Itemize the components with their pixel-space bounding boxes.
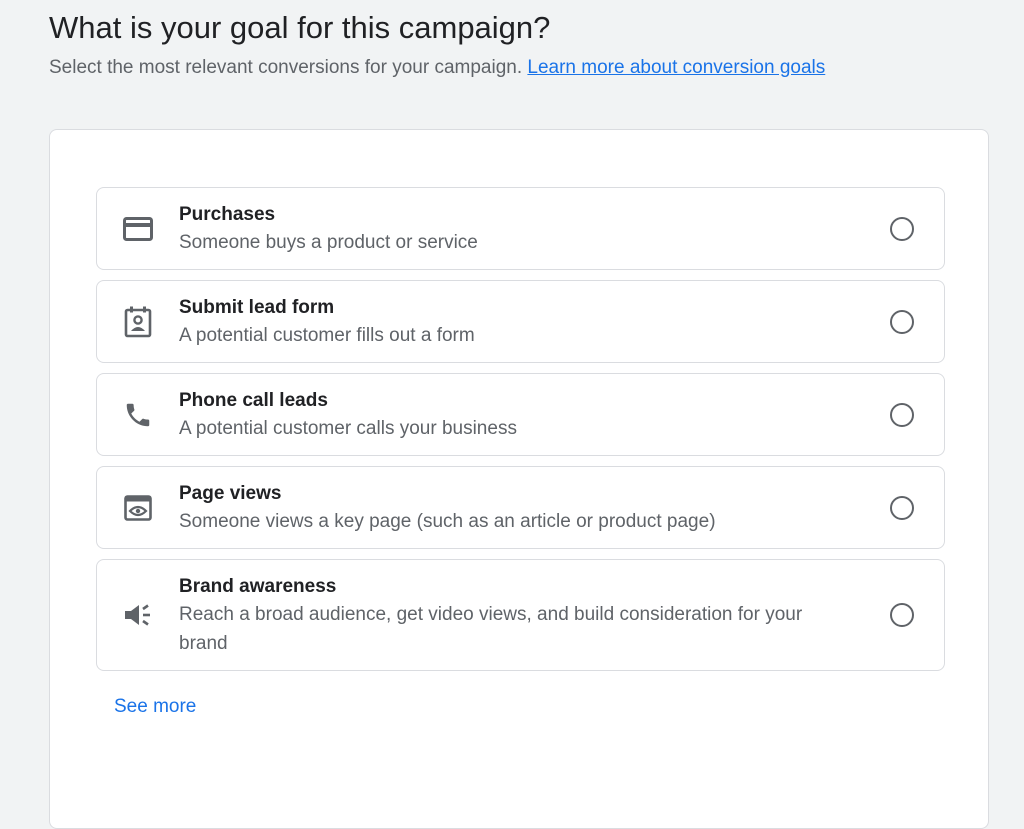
goal-option-title: Brand awareness [179, 575, 337, 597]
contact-form-icon [97, 293, 179, 350]
goal-option-title: Page views [179, 482, 282, 504]
goal-option-title: Phone call leads [179, 389, 328, 411]
credit-card-icon [97, 200, 179, 257]
see-more-link[interactable]: See more [114, 695, 196, 719]
goal-radio-purchases[interactable] [862, 216, 944, 241]
goal-option-purchases[interactable]: Purchases Someone buys a product or serv… [96, 187, 945, 270]
megaphone-icon [97, 572, 179, 658]
goal-option-description: A potential customer calls your business [179, 417, 517, 439]
goal-options-list: Purchases Someone buys a product or serv… [96, 187, 945, 681]
goal-option-description: Someone buys a product or service [179, 231, 478, 253]
goal-option-text: Submit lead form A potential customer fi… [179, 294, 862, 350]
goal-option-title: Submit lead form [179, 296, 335, 318]
page-header: What is your goal for this campaign? Sel… [49, 8, 1009, 81]
goal-option-brand-awareness[interactable]: Brand awareness Reach a broad audience, … [96, 559, 945, 671]
goal-radio-page-views[interactable] [862, 495, 944, 520]
goal-option-title: Purchases [179, 203, 276, 225]
subtitle-text: Select the most relevant conversions for… [49, 57, 523, 78]
goal-option-description: Someone views a key page (such as an art… [179, 510, 716, 532]
goal-option-description: A potential customer fills out a form [179, 324, 475, 346]
goal-card: Purchases Someone buys a product or serv… [49, 129, 989, 829]
goal-option-description: Reach a broad audience, get video views,… [179, 603, 803, 654]
goal-option-text: Phone call leads A potential customer ca… [179, 387, 862, 443]
phone-icon [97, 386, 179, 443]
goal-option-text: Brand awareness Reach a broad audience, … [179, 573, 862, 658]
goal-option-page-views[interactable]: Page views Someone views a key page (suc… [96, 466, 945, 549]
page-subtitle: Select the most relevant conversions for… [49, 55, 1009, 81]
page-title: What is your goal for this campaign? [49, 10, 551, 45]
goal-option-phone-call-leads[interactable]: Phone call leads A potential customer ca… [96, 373, 945, 456]
goal-radio-submit-lead-form[interactable] [862, 309, 944, 334]
goal-radio-phone-call-leads[interactable] [862, 402, 944, 427]
learn-more-link[interactable]: Learn more about conversion goals [527, 57, 825, 78]
goal-option-text: Purchases Someone buys a product or serv… [179, 201, 862, 257]
page-view-icon [97, 479, 179, 536]
goal-option-submit-lead-form[interactable]: Submit lead form A potential customer fi… [96, 280, 945, 363]
goal-option-text: Page views Someone views a key page (suc… [179, 480, 862, 536]
goal-radio-brand-awareness[interactable] [862, 603, 944, 627]
